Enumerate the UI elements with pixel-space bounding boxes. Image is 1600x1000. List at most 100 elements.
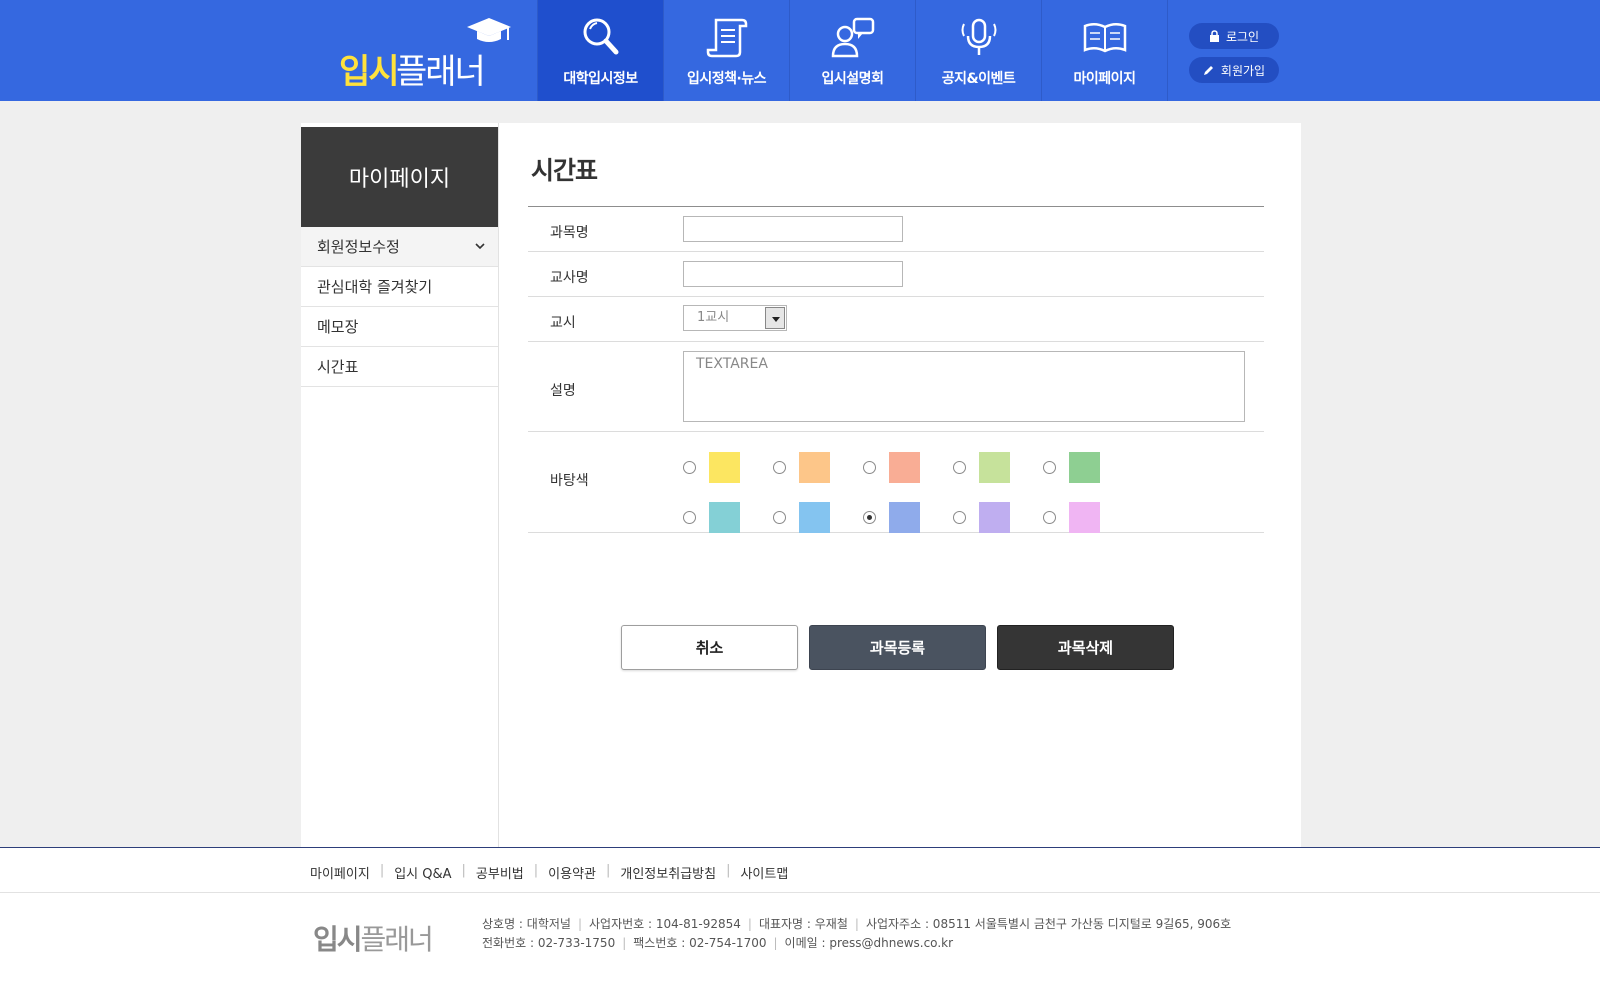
- footer-divider: [0, 892, 1600, 893]
- login-button[interactable]: 로그인: [1189, 23, 1279, 49]
- color-option[interactable]: [953, 492, 1043, 542]
- footer-link[interactable]: 사이트맵: [740, 863, 788, 882]
- color-option[interactable]: [683, 442, 773, 492]
- color-option[interactable]: [1043, 492, 1133, 542]
- chevron-down-icon: [475, 243, 485, 250]
- color-chip: [709, 501, 740, 533]
- swatch-row: [683, 492, 1243, 542]
- sidebar-item-favorites[interactable]: 관심대학 즐겨찾기: [301, 267, 498, 307]
- color-option[interactable]: [1043, 442, 1133, 492]
- timetable-form: 과목명 교사명 교시 1교시 설명 TEXTAREA 바탕색: [528, 206, 1264, 533]
- color-option[interactable]: [953, 442, 1043, 492]
- separator: |: [747, 917, 752, 931]
- pencil-icon: [1203, 66, 1213, 75]
- company-info-item: 사업자주소 : 08511 서울특별시 금천구 가산동 디지털로 9길65, 9…: [865, 917, 1232, 931]
- subject-input[interactable]: [683, 216, 903, 242]
- nav-item-university-info[interactable]: 대학입시정보: [538, 0, 664, 101]
- color-option[interactable]: [683, 492, 773, 542]
- dropdown-arrow-icon: [765, 307, 785, 329]
- color-radio[interactable]: [1043, 510, 1056, 524]
- nav-label: 공지&이벤트: [941, 71, 1016, 87]
- content-container: 마이페이지 회원정보수정 관심대학 즐겨찾기 메모장 시간표 시간표 과목명 교…: [301, 123, 1301, 847]
- footer-logo[interactable]: 입시플래너: [313, 918, 434, 958]
- nav-label: 마이페이지: [1073, 71, 1136, 87]
- separator: |: [606, 863, 611, 878]
- sidebar-title: 마이페이지: [301, 127, 498, 227]
- color-option[interactable]: [863, 492, 953, 542]
- sidebar-item-label: 회원정보수정: [317, 238, 400, 256]
- teacher-label: 교사명: [550, 270, 589, 286]
- nav-item-notice-event[interactable]: 공지&이벤트: [916, 0, 1042, 101]
- signup-label: 회원가입: [1220, 63, 1266, 78]
- color-radio[interactable]: [953, 460, 966, 474]
- color-option[interactable]: [773, 442, 863, 492]
- color-radio[interactable]: [773, 510, 786, 524]
- color-chip: [709, 451, 740, 483]
- description-textarea[interactable]: TEXTAREA: [683, 351, 1245, 422]
- color-radio[interactable]: [953, 510, 966, 524]
- color-chip: [979, 501, 1010, 533]
- color-chip: [799, 451, 830, 483]
- color-radio[interactable]: [683, 460, 696, 474]
- sidebar-item-memo[interactable]: 메모장: [301, 307, 498, 347]
- separator: |: [773, 936, 778, 950]
- sidebar-divider: [498, 123, 499, 847]
- teacher-input[interactable]: [683, 261, 903, 287]
- color-radio[interactable]: [683, 510, 696, 524]
- company-info: 상호명 : 대학저널 | 사업자번호 : 104-81-92854 | 대표자명 : 우…: [482, 915, 1231, 953]
- footer-link[interactable]: 마이페이지: [310, 863, 370, 882]
- color-chip: [889, 451, 920, 483]
- sidebar-item-label: 관심대학 즐겨찾기: [317, 278, 433, 296]
- color-radio[interactable]: [863, 510, 876, 524]
- period-label: 교시: [550, 315, 576, 331]
- register-subject-button[interactable]: 과목등록: [809, 625, 986, 670]
- color-radio[interactable]: [773, 460, 786, 474]
- cancel-button[interactable]: 취소: [621, 625, 798, 670]
- color-radio[interactable]: [1043, 460, 1056, 474]
- color-chip: [979, 451, 1010, 483]
- sidebar-menu: 회원정보수정 관심대학 즐겨찾기 메모장 시간표: [301, 227, 498, 387]
- delete-subject-button[interactable]: 과목삭제: [997, 625, 1174, 670]
- signup-button[interactable]: 회원가입: [1189, 57, 1279, 83]
- footer-link[interactable]: 개인정보취급방침: [620, 863, 716, 882]
- form-buttons: 취소 과목등록 과목삭제: [621, 625, 1174, 670]
- separator: |: [533, 863, 539, 878]
- color-radio[interactable]: [863, 460, 876, 474]
- microphone-icon: [961, 18, 997, 55]
- row-background-color: 바탕색: [528, 432, 1264, 533]
- sidebar-item-timetable[interactable]: 시간표: [301, 347, 498, 387]
- row-period: 교시 1교시: [528, 297, 1264, 342]
- site-logo[interactable]: 입시 플래너: [336, 14, 516, 92]
- footer-link[interactable]: 공부비법: [476, 863, 524, 882]
- company-info-item: 전화번호 : 02-733-1750: [482, 936, 616, 950]
- subject-label: 과목명: [550, 225, 589, 241]
- color-option[interactable]: [773, 492, 863, 542]
- swatch-row: [683, 442, 1243, 492]
- company-info-item: 팩스번호 : 02-754-1700: [633, 936, 767, 950]
- separator: |: [379, 863, 385, 878]
- site-header: 입시 플래너 대학입시정보 입시정책·뉴스 입시설명회 공지&이벤트 마이페이지…: [0, 0, 1600, 101]
- separator: |: [577, 917, 582, 931]
- period-select-value: 1교시: [697, 310, 730, 325]
- separator: |: [726, 863, 731, 878]
- nav-item-briefing[interactable]: 입시설명회: [790, 0, 916, 101]
- nav-item-policy-news[interactable]: 입시정책·뉴스: [664, 0, 790, 101]
- company-info-item: 대표자명 : 우재철: [758, 917, 848, 931]
- separator: |: [461, 863, 466, 878]
- nav-item-mypage[interactable]: 마이페이지: [1042, 0, 1168, 101]
- row-subject: 과목명: [528, 207, 1264, 252]
- row-description: 설명 TEXTAREA: [528, 342, 1264, 432]
- footer-link[interactable]: 입시 Q&A: [394, 863, 451, 882]
- global-nav: 대학입시정보 입시정책·뉴스 입시설명회 공지&이벤트 마이페이지: [537, 0, 1168, 101]
- open-book-icon: [1083, 23, 1127, 53]
- description-label: 설명: [550, 383, 576, 399]
- footer-link[interactable]: 이용약관: [548, 863, 596, 882]
- logo-text-bold: 입시: [339, 52, 400, 92]
- color-chip: [799, 501, 830, 533]
- color-option[interactable]: [863, 442, 953, 492]
- scroll-icon: [706, 18, 748, 58]
- sidebar-item-edit-profile[interactable]: 회원정보수정: [301, 227, 498, 267]
- company-info-line: 전화번호 : 02-733-1750 | 팩스번호 : 02-754-1700 | 이메…: [482, 934, 1231, 953]
- footer-logo-bold: 입시: [313, 923, 363, 956]
- period-select[interactable]: 1교시: [683, 305, 787, 331]
